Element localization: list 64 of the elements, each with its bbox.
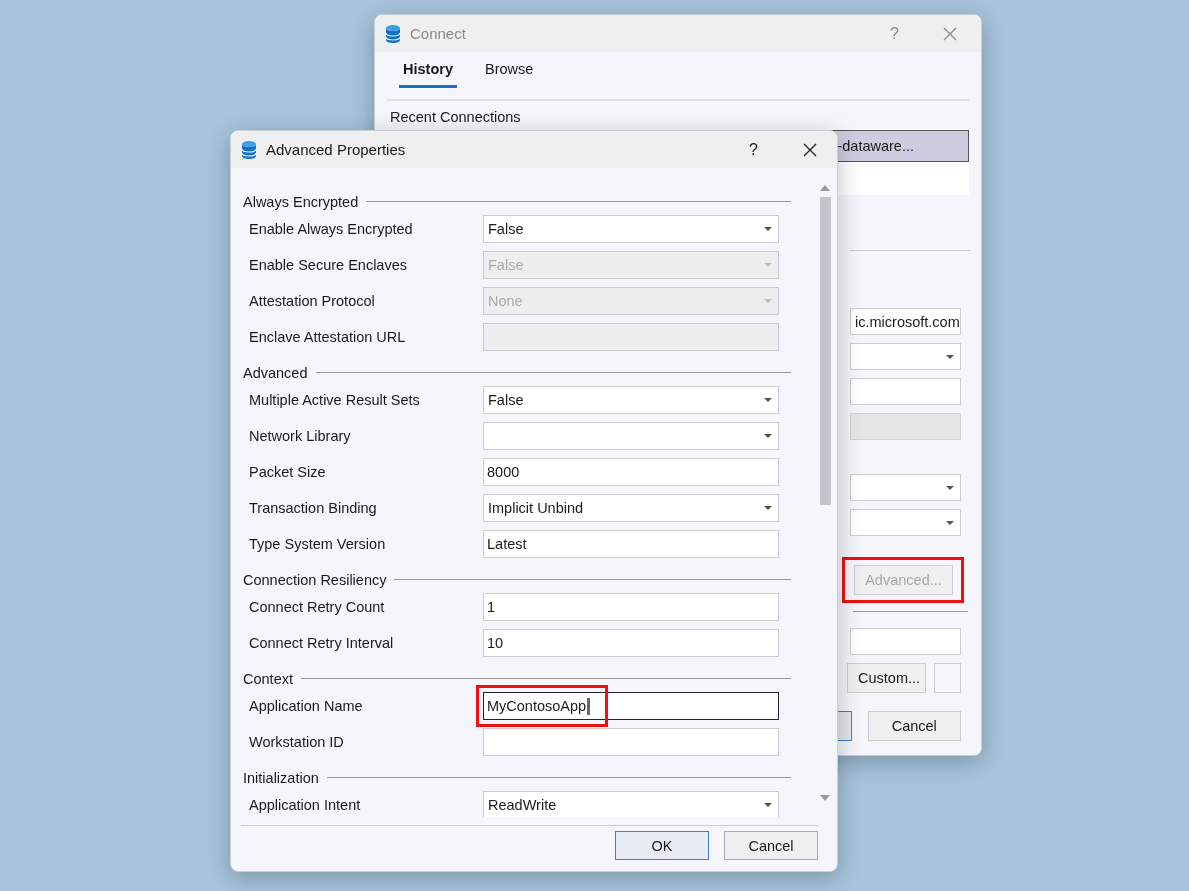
custom-button[interactable]: Custom... bbox=[847, 663, 926, 693]
field-label: Multiple Active Result Sets bbox=[249, 391, 421, 410]
text-cursor bbox=[587, 697, 591, 715]
input-field[interactable]: 1 bbox=[483, 593, 779, 621]
scroll-up-icon[interactable] bbox=[820, 185, 830, 191]
field-label: Workstation ID bbox=[249, 733, 345, 752]
dropdown[interactable]: Implicit Unbind bbox=[483, 494, 779, 522]
field-label: Enable Secure Enclaves bbox=[249, 256, 408, 275]
group-title: Advanced bbox=[243, 364, 308, 381]
caret-icon bbox=[764, 506, 772, 510]
help-button[interactable]: ? bbox=[749, 140, 758, 159]
field-label: Packet Size bbox=[249, 463, 327, 482]
dropdown[interactable] bbox=[850, 343, 961, 370]
dropdown[interactable]: False bbox=[483, 215, 779, 243]
input-field[interactable] bbox=[483, 728, 779, 756]
scroll-down-icon[interactable] bbox=[820, 795, 830, 801]
tab[interactable]: Browse bbox=[480, 61, 538, 88]
field-label: Enable Always Encrypted bbox=[249, 220, 414, 239]
caret-icon bbox=[764, 227, 772, 231]
tab[interactable]: History bbox=[399, 61, 457, 88]
caret-icon bbox=[764, 263, 772, 267]
caret-icon bbox=[946, 485, 954, 490]
field-label: Transaction Binding bbox=[249, 499, 378, 518]
field-label: Enclave Attestation URL bbox=[249, 328, 407, 347]
field-label: Network Library bbox=[249, 427, 352, 446]
input-field[interactable] bbox=[850, 628, 961, 655]
group-title: Initialization bbox=[243, 769, 319, 786]
input-field[interactable]: MyContosoApp bbox=[483, 692, 779, 720]
window-title: Connect bbox=[410, 25, 467, 42]
window-title: Advanced Properties bbox=[266, 141, 407, 158]
ok-button[interactable]: OK bbox=[615, 831, 709, 860]
field-label: Application Name bbox=[249, 697, 364, 716]
cancel-button[interactable]: Cancel bbox=[867, 711, 961, 741]
input-field[interactable] bbox=[934, 663, 961, 693]
caret-icon bbox=[764, 398, 772, 402]
caret-icon bbox=[764, 299, 772, 303]
dropdown[interactable] bbox=[483, 422, 779, 450]
caret-icon bbox=[946, 520, 954, 525]
caret-icon bbox=[946, 354, 954, 359]
field-label: Connect Retry Interval bbox=[249, 634, 395, 653]
group-title: Context bbox=[243, 670, 293, 687]
caret-icon bbox=[764, 434, 772, 438]
close-icon[interactable] bbox=[803, 142, 817, 157]
input-field[interactable]: 10 bbox=[483, 629, 779, 657]
dropdown[interactable] bbox=[850, 474, 961, 501]
input-field[interactable]: Latest bbox=[483, 530, 779, 558]
dropdown[interactable]: False bbox=[483, 386, 779, 414]
field-label: Type System Version bbox=[249, 535, 387, 554]
cancel-button[interactable]: Cancel bbox=[724, 831, 818, 860]
field-label: Connect Retry Count bbox=[249, 598, 386, 617]
group-title: Always Encrypted bbox=[243, 193, 359, 210]
section-label: Recent Connections bbox=[389, 108, 522, 127]
dropdown[interactable]: ReadWrite bbox=[483, 791, 779, 817]
caret-icon bbox=[764, 803, 772, 807]
scrollbar-thumb[interactable] bbox=[819, 197, 831, 505]
field-label: Attestation Protocol bbox=[249, 292, 376, 311]
field-label: Application Intent bbox=[249, 796, 362, 815]
input-field[interactable] bbox=[850, 378, 961, 405]
input-field[interactable]: ic.microsoft.com bbox=[850, 308, 961, 335]
dropdown[interactable] bbox=[850, 509, 961, 536]
input-field[interactable]: 8000 bbox=[483, 458, 779, 486]
group-title: Connection Resiliency bbox=[243, 571, 387, 588]
database-icon bbox=[385, 23, 401, 44]
database-icon bbox=[241, 139, 257, 160]
